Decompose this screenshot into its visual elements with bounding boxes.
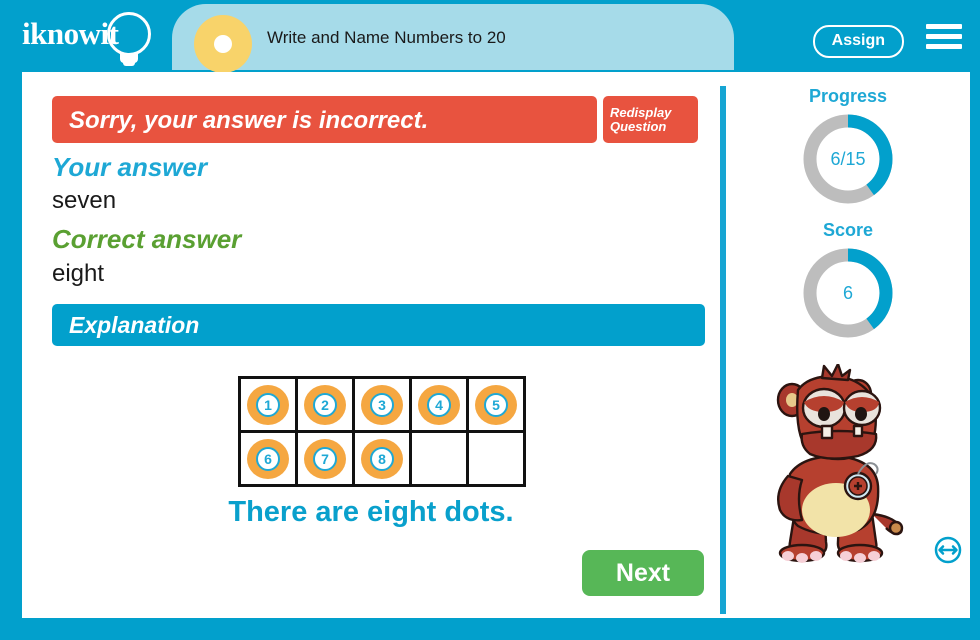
score-gauge-block: Score 6	[726, 220, 970, 341]
ten-frame-row: 1 2 3 4 5	[238, 376, 526, 433]
ten-frame-cell-empty	[409, 430, 469, 487]
counting-dot: 3	[361, 384, 403, 425]
redisplay-question-button[interactable]: Redisplay Question	[603, 96, 698, 143]
redisplay-label-line2: Question	[610, 119, 667, 134]
ten-frame-cell-filled: 2	[295, 376, 355, 433]
correct-answer-value: eight	[52, 260, 105, 287]
mascot-svg	[776, 362, 904, 563]
ten-frame-cell-filled: 3	[352, 376, 412, 433]
monster-mascot-character	[754, 362, 924, 564]
ten-frame-cell-filled: 1	[238, 376, 298, 433]
frame-bottom-border	[0, 618, 980, 640]
assign-button[interactable]: Assign	[812, 25, 904, 58]
ten-frame-row: 6 7 8	[238, 430, 526, 487]
ten-frame-cell-filled: 5	[466, 376, 526, 433]
iknowit-logo[interactable]: iknowit	[22, 10, 162, 66]
score-value: 6	[842, 282, 853, 303]
app-window: iknowit Write and Name Numbers to 20 Ass…	[0, 0, 980, 640]
explanation-label: Explanation	[69, 312, 200, 338]
explanation-header-bar: Explanation	[52, 304, 705, 346]
score-gauge: 6	[800, 245, 896, 341]
counting-dot: 6	[247, 438, 289, 479]
hamburger-bar-2	[926, 34, 962, 39]
ten-frame-cell-filled: 4	[409, 376, 469, 433]
content-area: Sorry, your answer is incorrect. Redispl…	[22, 72, 970, 618]
ten-frame-cell-filled: 8	[352, 430, 412, 487]
resize-arrows-svg	[934, 536, 962, 564]
lesson-title-pill: Write and Name Numbers to 20	[172, 4, 734, 72]
your-answer-label: Your answer	[52, 152, 208, 182]
score-title: Score	[822, 220, 874, 240]
counting-dot: 8	[361, 438, 403, 479]
ten-frame-cell-empty	[466, 430, 526, 487]
horizontal-resize-arrows-icon[interactable]	[934, 536, 962, 564]
lightbulb-base-tip-icon	[123, 62, 135, 66]
correct-answer-label: Correct answer	[52, 224, 242, 254]
lesson-title: Write and Name Numbers to 20	[267, 28, 506, 47]
circle-dot-icon	[194, 15, 252, 72]
app-header: iknowit Write and Name Numbers to 20 Ass…	[0, 0, 980, 72]
your-answer-value: seven	[52, 187, 117, 214]
hamburger-bar-3	[926, 44, 962, 49]
counting-dot-number: 6	[256, 446, 280, 471]
counting-dot-number: 5	[484, 392, 508, 417]
counting-dot: 7	[304, 438, 346, 479]
hamburger-menu-icon[interactable]	[926, 24, 962, 50]
incorrect-answer-banner: Sorry, your answer is incorrect.	[52, 96, 597, 143]
progress-value: 6/15	[830, 148, 866, 169]
counting-dot-number: 7	[313, 446, 337, 471]
ten-frame-cell-filled: 6	[238, 430, 298, 487]
incorrect-answer-text: Sorry, your answer is incorrect.	[69, 107, 429, 134]
next-button[interactable]: Next	[582, 550, 704, 596]
progress-title: Progress	[808, 86, 888, 106]
progress-gauge-block: Progress 6/15	[726, 86, 970, 207]
frame-left-border	[0, 72, 22, 640]
question-feedback-panel: Sorry, your answer is incorrect. Redispl…	[22, 72, 720, 618]
counting-dot-number: 1	[256, 392, 280, 417]
counting-dot-number: 2	[313, 392, 337, 417]
explanation-sentence: There are eight dots.	[228, 496, 514, 528]
progress-gauge: 6/15	[800, 111, 896, 207]
status-sidebar: Progress 6/15 Score 6	[726, 72, 970, 618]
logo-text: iknowit	[22, 16, 119, 51]
ten-frame-cell-filled: 7	[295, 430, 355, 487]
frame-right-border	[970, 72, 980, 640]
counting-dot-number: 8	[370, 446, 394, 471]
counting-dot-number: 3	[370, 392, 394, 417]
lightbulb-icon	[107, 12, 151, 56]
counting-dot: 5	[475, 384, 517, 425]
counting-dot: 4	[418, 384, 460, 425]
counting-dot: 1	[247, 384, 289, 425]
hamburger-bar-1	[926, 24, 962, 29]
counting-dot-number: 4	[427, 392, 451, 417]
counting-dot: 2	[304, 384, 346, 425]
ten-frame-grid: 1 2 3 4 5 6 7 8	[238, 376, 526, 487]
ten-frame-body: 1 2 3 4 5 6 7 8	[238, 376, 526, 487]
